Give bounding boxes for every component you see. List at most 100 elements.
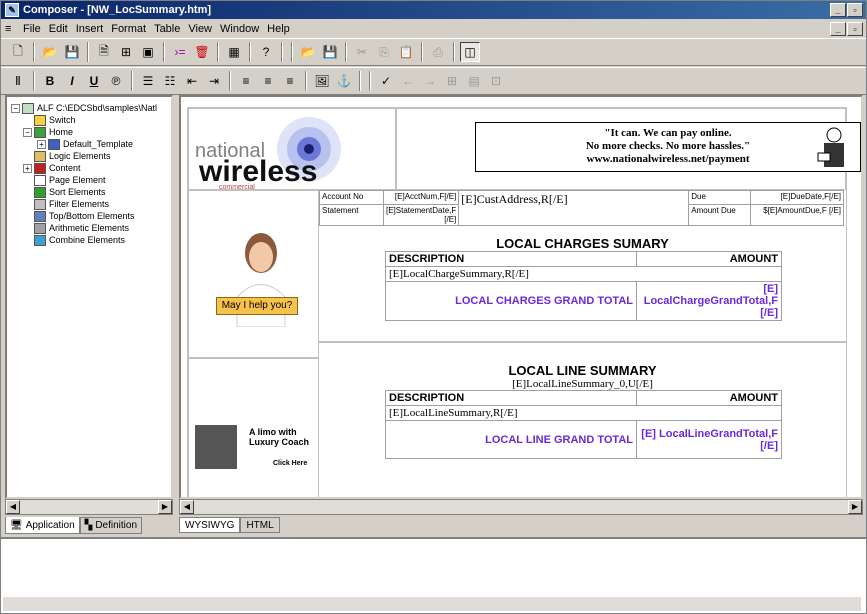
mdi-restore-button[interactable]: ▫ [847, 22, 863, 36]
picker-icon[interactable]: ✓ [376, 71, 396, 91]
align-center-icon[interactable]: ≡ [258, 71, 278, 91]
tab-html[interactable]: HTML [240, 517, 280, 533]
menu-help[interactable]: Help [263, 23, 294, 35]
local-line-row[interactable]: [E]LocalLineSummary,R[/E] [385, 405, 782, 421]
indent-icon[interactable]: ⇥ [204, 71, 224, 91]
open-icon[interactable]: 📂 [298, 42, 318, 62]
align-left-icon[interactable]: ≡ [236, 71, 256, 91]
ordered-list-icon[interactable]: ☰ [138, 71, 158, 91]
new-doc-icon[interactable]: 🗋 [8, 42, 28, 62]
bold-icon[interactable]: B [40, 71, 60, 91]
open-folder-icon[interactable]: 📂 [40, 42, 60, 62]
scroll-right-icon[interactable]: ▶ [848, 500, 862, 514]
italic-icon[interactable]: I [62, 71, 82, 91]
delete-icon[interactable]: 🗑 [192, 42, 212, 62]
table-icon[interactable]: ⊞ [442, 71, 462, 91]
menu-window[interactable]: Window [216, 23, 263, 35]
tree-root-label: ALF C:\EDCSbd\samples\Natl [37, 103, 158, 113]
cut-icon[interactable]: ✂ [352, 42, 372, 62]
style-icon[interactable]: Ⅱ [8, 71, 28, 91]
bullet-list-icon[interactable]: ☷ [160, 71, 180, 91]
collapse-icon[interactable]: − [23, 127, 32, 137]
tree-add-icon[interactable]: ⊞ [116, 42, 136, 62]
tab-definition[interactable]: ▚ Definition [79, 517, 143, 534]
output-horizontal-scrollbar[interactable] [3, 597, 861, 611]
preview-icon[interactable]: ◫ [460, 42, 480, 62]
local-charges-total-value[interactable]: [E] LocalChargeGrandTotal,F [/E] [636, 281, 782, 321]
tree-item-combine-elements[interactable]: Combine Elements [7, 234, 171, 246]
customer-address-value[interactable]: [E]CustAddress,R[/E] [458, 190, 690, 226]
menu-insert[interactable]: Insert [72, 23, 108, 35]
tree-item-home[interactable]: − Home [7, 126, 171, 138]
tree-item-default-template[interactable]: + Default_Template [7, 138, 171, 150]
menu-edit[interactable]: Edit [45, 23, 72, 35]
align-right-icon[interactable]: ≡ [280, 71, 300, 91]
tab-application[interactable]: 🖥 Application [5, 517, 80, 534]
menu-table[interactable]: Table [150, 23, 184, 35]
page-icon[interactable]: ▣ [138, 42, 158, 62]
paste-icon[interactable]: 📋 [396, 42, 416, 62]
tree-root[interactable]: − ALF C:\EDCSbd\samples\Natl [7, 102, 171, 114]
tree-item-switch[interactable]: Switch [7, 114, 171, 126]
due-date-value[interactable]: [E]DueDate,F[/E] [750, 190, 844, 205]
local-charges-row[interactable]: [E]LocalChargeSummary,R[/E] [385, 266, 782, 282]
anchor-icon[interactable]: ⚓ [334, 71, 354, 91]
local-line-subtitle[interactable]: [E]LocalLineSummary_0,U[/E] [319, 378, 846, 390]
editor-horizontal-scrollbar[interactable]: ◀ ▶ [179, 499, 863, 515]
tree-item-arithmetic-elements[interactable]: Arithmetic Elements [7, 222, 171, 234]
copy-icon[interactable]: ⎘ [374, 42, 394, 62]
tree-item-content[interactable]: + Content [7, 162, 171, 174]
expand-icon[interactable]: + [23, 163, 32, 173]
back-icon[interactable]: ← [398, 71, 418, 91]
help-button[interactable]: May I help you? [216, 297, 298, 315]
collapse-icon[interactable]: − [11, 103, 20, 113]
frame-icon[interactable]: ⊡ [486, 71, 506, 91]
limo-click-here-link[interactable]: Click Here [273, 460, 307, 467]
new-page-icon[interactable]: 🗎 [94, 42, 114, 62]
tree-horizontal-scrollbar[interactable]: ◀ ▶ [5, 499, 173, 515]
maximize-button[interactable]: ▫ [847, 3, 863, 17]
tree-item-sort-elements[interactable]: Sort Elements [7, 186, 171, 198]
help-icon[interactable]: ? [256, 42, 276, 62]
account-no-value[interactable]: [E]AcctNum,F[/E] [382, 190, 460, 205]
tree-item-label: Logic Elements [49, 151, 111, 161]
arrow-icon[interactable]: ›= [170, 42, 190, 62]
tree-item-top-bottom-elements[interactable]: Top/Bottom Elements [7, 210, 171, 222]
menu-file[interactable]: File [19, 23, 45, 35]
statement-date-value[interactable]: [E]StatementDate,F [/E] [382, 204, 460, 226]
minimize-button[interactable]: _ [830, 3, 846, 17]
output-pane[interactable] [1, 537, 866, 613]
scroll-right-icon[interactable]: ▶ [158, 500, 172, 514]
scroll-left-icon[interactable]: ◀ [6, 500, 20, 514]
save-disabled-icon[interactable]: 💾 [320, 42, 340, 62]
menu-view[interactable]: View [184, 23, 216, 35]
help-cell[interactable]: May I help you? [188, 190, 319, 358]
outdent-icon[interactable]: ⇤ [182, 71, 202, 91]
title-bar[interactable]: ✎ Composer - [NW_LocSummary.htm] _ ▫ [1, 1, 866, 19]
spell-icon[interactable]: ℗ [106, 71, 126, 91]
save-icon[interactable]: 💾 [62, 42, 82, 62]
limo-ad-cell[interactable]: A limo with Luxury Coach Click Here [188, 358, 319, 497]
wysiwyg-editor[interactable]: national wireless commercial "It can. We… [179, 95, 863, 499]
tab-wysiwyg[interactable]: WYSIWYG [179, 517, 241, 533]
image-icon[interactable]: 🖼 [312, 71, 332, 91]
toolbar-separator [345, 42, 347, 62]
local-line-total-value[interactable]: [E] LocalLineGrandTotal,F [/E] [636, 420, 782, 459]
print-icon[interactable]: ⎙ [428, 42, 448, 62]
ad-banner-cell[interactable]: "It can. We can pay online. No more chec… [396, 108, 861, 190]
tree-item-logic-elements[interactable]: Logic Elements [7, 150, 171, 162]
scroll-left-icon[interactable]: ◀ [180, 500, 194, 514]
logo-cell[interactable]: national wireless commercial [188, 108, 396, 191]
page-element-icon [34, 174, 46, 186]
expand-icon[interactable]: + [37, 139, 46, 149]
tree-item-page-element[interactable]: Page Element [7, 174, 171, 186]
tree-item-filter-elements[interactable]: Filter Elements [7, 198, 171, 210]
mdi-minimize-button[interactable]: _ [830, 22, 846, 36]
grid-icon[interactable]: ▦ [224, 42, 244, 62]
document-menu-icon[interactable]: ≡ [5, 23, 17, 35]
forward-icon[interactable]: → [420, 71, 440, 91]
underline-icon[interactable]: U [84, 71, 104, 91]
amount-due-value[interactable]: $[E]AmountDue,F [/E] [750, 204, 844, 226]
cell-icon[interactable]: ▤ [464, 71, 484, 91]
menu-format[interactable]: Format [107, 23, 150, 35]
